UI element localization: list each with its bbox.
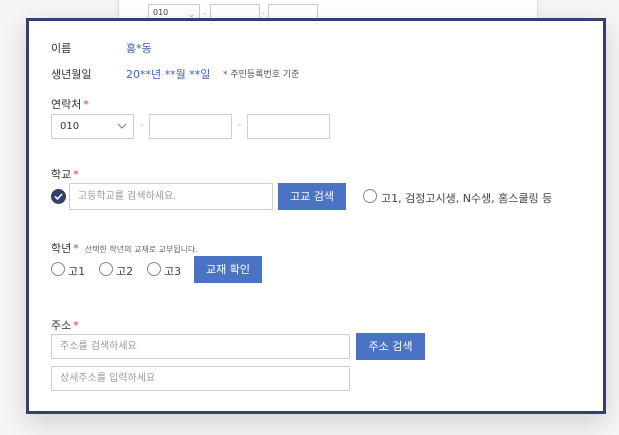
birth-value: 20**년 **월 **일: [126, 68, 211, 81]
chevron-down-icon: [117, 123, 127, 129]
grade-option-1-radio[interactable]: [51, 262, 65, 276]
grade-option-2-label: 고2: [116, 265, 134, 278]
school-label: 학교 *: [51, 166, 79, 182]
background-dash: -: [203, 9, 206, 18]
phone-dash: -: [238, 120, 242, 131]
textbook-confirm-button[interactable]: 교재 확인: [194, 256, 262, 283]
phone-prefix-select[interactable]: 010: [51, 114, 134, 139]
birth-note: * 주민등록번호 기준: [223, 70, 300, 80]
grade-label-text: 학년: [51, 242, 72, 255]
required-mark: *: [73, 319, 79, 332]
check-icon: [54, 193, 63, 201]
phone-last-input[interactable]: [247, 114, 330, 139]
school-selected-radio[interactable]: [51, 189, 66, 204]
phone-dash: -: [140, 120, 144, 131]
student-info-modal: 이름 홍*동 생년월일 20**년 **월 **일 * 주민등록번호 기준 연락…: [26, 18, 606, 414]
grade-option-3-label: 고3: [164, 265, 182, 278]
background-dash: -: [262, 9, 265, 18]
background-phone-prefix-value: 010: [153, 8, 169, 17]
address-detail-input[interactable]: [51, 366, 350, 391]
name-label: 이름: [51, 42, 72, 55]
grade-sublabel: 선택한 학년의 교재로 교부됩니다.: [84, 245, 198, 254]
phone-middle-input[interactable]: [149, 114, 232, 139]
phone-prefix-value: 010: [60, 121, 80, 132]
address-label: 주소 *: [51, 317, 79, 333]
school-search-button[interactable]: 고교 검색: [278, 183, 346, 210]
name-value: 홍*동: [126, 42, 152, 55]
grade-option-1-label: 고1: [68, 265, 86, 278]
required-mark: *: [73, 168, 79, 181]
address-search-input[interactable]: [51, 334, 350, 359]
school-label-text: 학교: [51, 168, 72, 181]
address-label-text: 주소: [51, 319, 72, 332]
school-alt-radio[interactable]: [363, 189, 377, 203]
phone-label-text: 연락처: [51, 98, 82, 111]
required-mark: *: [73, 242, 79, 255]
address-search-button[interactable]: 주소 검색: [356, 333, 425, 360]
grade-label: 학년 * 선택한 학년의 교재로 교부됩니다.: [51, 240, 198, 256]
birth-label: 생년월일: [51, 68, 92, 81]
grade-option-2-radio[interactable]: [99, 262, 113, 276]
required-mark: *: [83, 98, 89, 111]
phone-label: 연락처 *: [51, 96, 89, 112]
grade-option-3-radio[interactable]: [147, 262, 161, 276]
school-search-input[interactable]: [69, 183, 273, 210]
school-alt-option-label: 고1, 검정고시생, N수생, 홈스쿨링 등: [381, 192, 553, 205]
